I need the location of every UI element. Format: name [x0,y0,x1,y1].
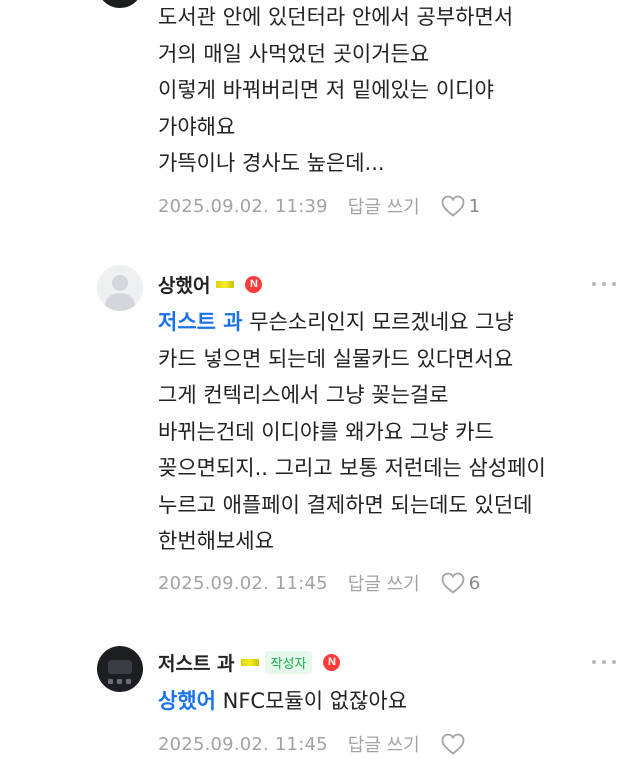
comment-date: 2025.09.02. 11:45 [158,572,328,594]
heart-icon [441,195,465,217]
comment-body: NFC모듈이 없잖아요 [215,689,408,713]
like-button[interactable] [440,732,466,756]
comment-meta: 2025.09.02. 11:39 답글 쓰기 1 [158,193,480,219]
new-badge-icon: N [323,653,341,671]
more-dots-icon[interactable] [592,274,616,294]
reply-button[interactable]: 답글 쓰기 [348,570,420,596]
like-button[interactable]: 1 [440,194,480,218]
heart-icon [441,733,465,755]
like-count: 6 [468,572,481,594]
avatar[interactable] [97,646,143,692]
avatar[interactable] [97,0,143,8]
author-badge: 작성자 [264,650,313,674]
new-badge-icon: N [245,275,263,293]
like-button[interactable]: 6 [440,571,480,595]
like-count: 1 [468,195,481,217]
comment-meta: 2025.09.02. 11:45 답글 쓰기 [158,731,466,757]
mention-link[interactable]: 상했어 [158,689,216,713]
comment-author-row: 상했어 N [158,271,263,298]
comment-text: 저스트 과 무슨소리인지 모르겠네요 그냥 카드 넣으면 되는데 실물카드 있다… [158,304,628,560]
comment-body: 무슨소리인지 모르겠네요 그냥 카드 넣으면 되는데 실물카드 있다면서요 그게… [158,310,546,553]
reply-button[interactable]: 답글 쓰기 [348,731,420,757]
author-nickname[interactable]: 상했어 [158,271,210,298]
comment-date: 2025.09.02. 11:39 [158,195,328,217]
level-bar-icon [240,658,259,666]
mention-link[interactable]: 저스트 과 [158,310,243,334]
more-dots-icon[interactable] [592,652,616,672]
level-bar-icon [216,280,235,288]
avatar[interactable] [97,265,143,311]
comment-text: 상했어 NFC모듈이 없잖아요 [158,683,628,720]
comment-author-row: 저스트 과 작성자 N [158,649,341,676]
reply-button[interactable]: 답글 쓰기 [348,193,420,219]
comment-meta: 2025.09.02. 11:45 답글 쓰기 6 [158,570,480,596]
comment-text: 도서관 안에 있던터라 안에서 공부하면서 거의 매일 사먹었던 곳이거든요 이… [158,5,514,175]
author-nickname[interactable]: 저스트 과 [158,649,235,676]
comment-date: 2025.09.02. 11:45 [158,733,328,755]
heart-icon [441,572,465,594]
